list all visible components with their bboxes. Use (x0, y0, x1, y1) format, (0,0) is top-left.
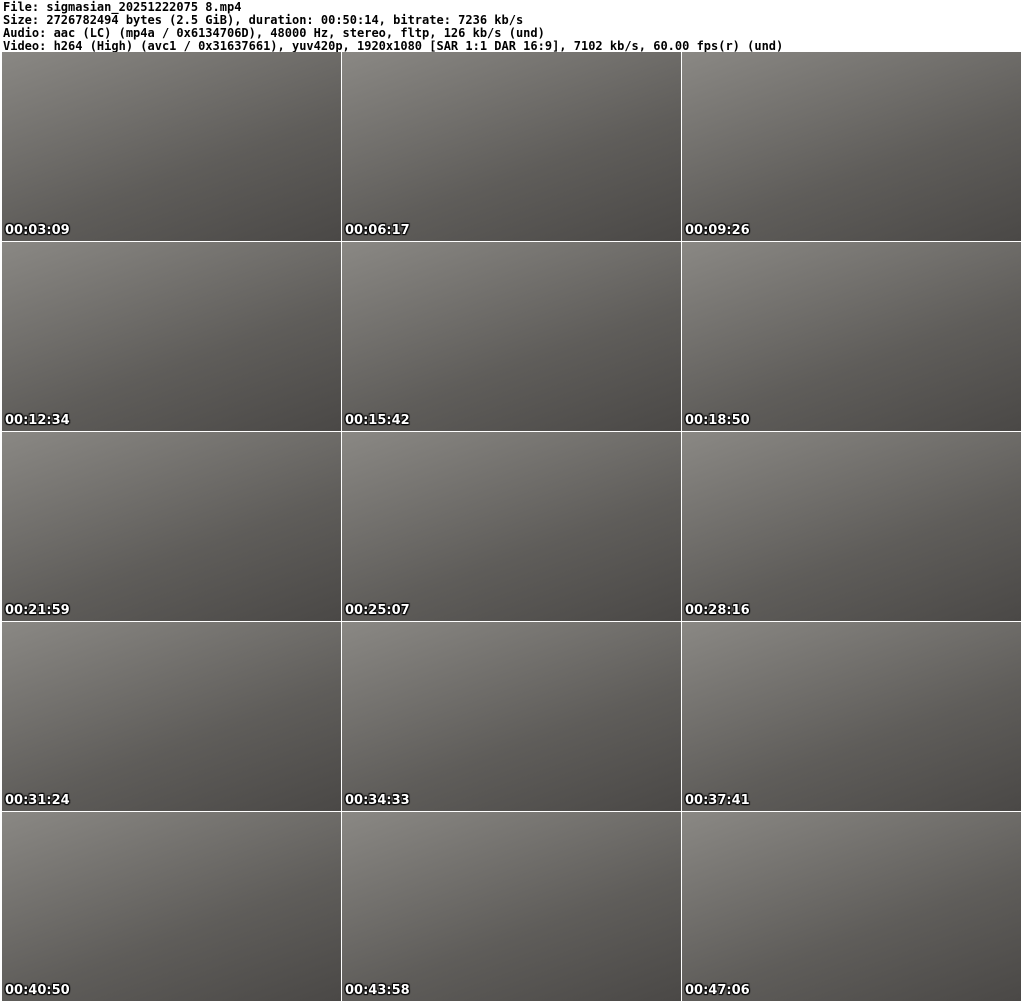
video-frame-thumbnail: 00:25:07 (342, 432, 681, 621)
frame-timestamp: 00:21:59 (5, 603, 70, 618)
frame-timestamp: 00:15:42 (345, 413, 410, 428)
video-frame-thumbnail: 00:43:58 (342, 812, 681, 1001)
frame-timestamp: 00:18:50 (685, 413, 750, 428)
frame-timestamp: 00:43:58 (345, 983, 410, 998)
frame-timestamp: 00:34:33 (345, 793, 410, 808)
frame-timestamp: 00:31:24 (5, 793, 70, 808)
frame-timestamp: 00:28:16 (685, 603, 750, 618)
thumbnail-grid: 00:03:09 00:06:17 00:09:26 00:12:34 00:15:42… (2, 52, 1021, 1001)
video-frame-thumbnail: 00:06:17 (342, 52, 681, 241)
frame-timestamp: 00:09:26 (685, 223, 750, 238)
video-frame-thumbnail: 00:21:59 (2, 432, 341, 621)
video-frame-thumbnail: 00:34:33 (342, 622, 681, 811)
frame-timestamp: 00:25:07 (345, 603, 410, 618)
file-info-header: File: sigmasian_20251222075 8.mp4 Size: … (3, 1, 783, 53)
frame-timestamp: 00:37:41 (685, 793, 750, 808)
video-frame-thumbnail: 00:28:16 (682, 432, 1021, 621)
video-frame-thumbnail: 00:03:09 (2, 52, 341, 241)
video-frame-thumbnail: 00:18:50 (682, 242, 1021, 431)
frame-timestamp: 00:12:34 (5, 413, 70, 428)
frame-timestamp: 00:06:17 (345, 223, 410, 238)
video-frame-thumbnail: 00:40:50 (2, 812, 341, 1001)
frame-timestamp: 00:40:50 (5, 983, 70, 998)
video-frame-thumbnail: 00:37:41 (682, 622, 1021, 811)
frame-timestamp: 00:47:06 (685, 983, 750, 998)
video-frame-thumbnail: 00:31:24 (2, 622, 341, 811)
frame-timestamp: 00:03:09 (5, 223, 70, 238)
video-frame-thumbnail: 00:47:06 (682, 812, 1021, 1001)
video-frame-thumbnail: 00:12:34 (2, 242, 341, 431)
video-frame-thumbnail: 00:15:42 (342, 242, 681, 431)
video-frame-thumbnail: 00:09:26 (682, 52, 1021, 241)
